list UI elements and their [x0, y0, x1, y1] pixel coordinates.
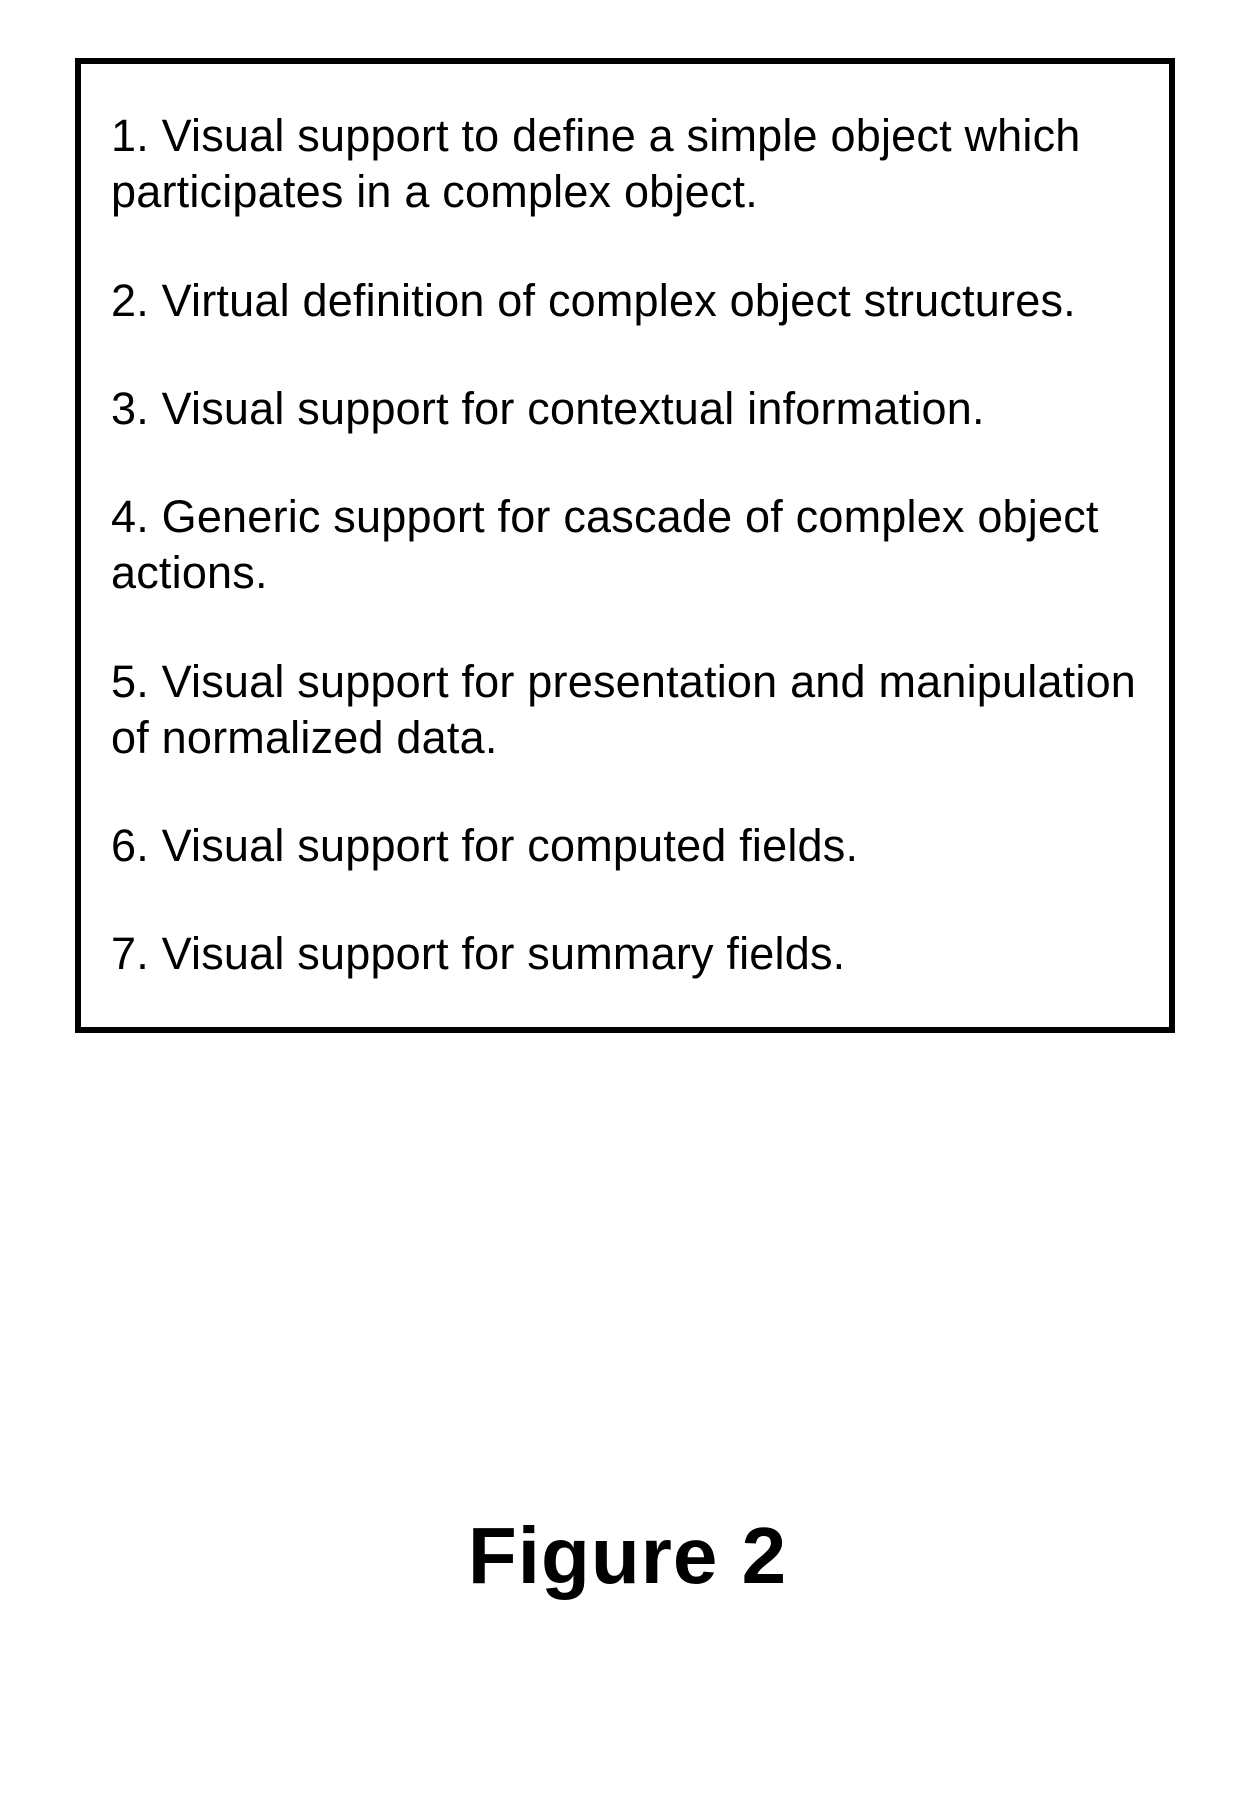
list-item-1: 1. Visual support to define a simple obj… — [111, 108, 1139, 221]
list-item-6: 6. Visual support for computed fields. — [111, 818, 1139, 874]
figure-label: Figure 2 — [0, 1510, 1255, 1602]
list-item-4: 4. Generic support for cascade of comple… — [111, 489, 1139, 602]
list-item-7: 7. Visual support for summary fields. — [111, 926, 1139, 982]
list-item-5: 5. Visual support for presentation and m… — [111, 654, 1139, 767]
list-item-2: 2. Virtual definition of complex object … — [111, 273, 1139, 329]
list-item-3: 3. Visual support for contextual informa… — [111, 381, 1139, 437]
content-box: 1. Visual support to define a simple obj… — [75, 58, 1175, 1033]
